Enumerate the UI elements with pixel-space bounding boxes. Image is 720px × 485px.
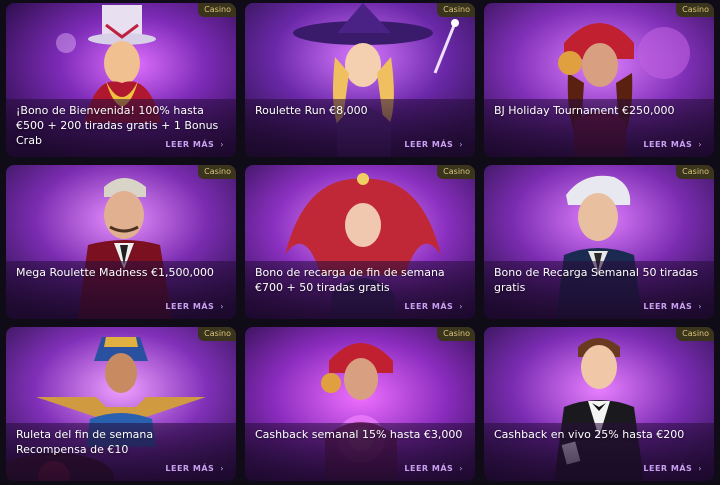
category-badge: Casino [437,3,475,17]
read-more-link[interactable]: LEER MÁS › [404,464,463,473]
read-more-link[interactable]: LEER MÁS › [643,464,702,473]
promo-card[interactable]: Casino Ruleta del fin de semana Recompen… [6,327,236,481]
read-more-link[interactable]: LEER MÁS › [165,464,224,473]
read-more-link[interactable]: LEER MÁS › [165,302,224,311]
category-badge: Casino [198,3,236,17]
promo-card[interactable]: Casino Roulette Run €8,000 LEER MÁS › [245,3,475,157]
category-badge: Casino [198,165,236,179]
read-more-label: LEER MÁS [404,464,454,473]
promo-title: Bono de Recarga Semanal 50 tiradas grati… [494,266,699,294]
promo-title: Cashback semanal 15% hasta €3,000 [255,428,463,441]
promo-card[interactable]: Casino Bono de Recarga Semanal 50 tirada… [484,165,714,319]
promo-title: Cashback en vivo 25% hasta €200 [494,428,685,441]
read-more-link[interactable]: LEER MÁS › [404,302,463,311]
read-more-link[interactable]: LEER MÁS › [643,140,702,149]
chevron-right-icon: › [459,302,463,311]
chevron-right-icon: › [698,140,702,149]
promo-title: BJ Holiday Tournament €250,000 [494,104,675,117]
read-more-label: LEER MÁS [165,302,215,311]
chevron-right-icon: › [459,464,463,473]
chevron-right-icon: › [220,302,224,311]
read-more-link[interactable]: LEER MÁS › [643,302,702,311]
chevron-right-icon: › [698,302,702,311]
read-more-label: LEER MÁS [165,140,215,149]
read-more-label: LEER MÁS [404,302,454,311]
category-badge: Casino [198,327,236,341]
chevron-right-icon: › [220,140,224,149]
category-badge: Casino [437,327,475,341]
read-more-label: LEER MÁS [643,302,693,311]
promo-title: Bono de recarga de fin de semana €700 + … [255,266,445,294]
category-badge: Casino [676,165,714,179]
promo-title: Mega Roulette Madness €1,500,000 [16,266,214,279]
promo-card[interactable]: Casino Mega Roulette Madness €1,500,000 … [6,165,236,319]
promo-title: Roulette Run €8,000 [255,104,368,117]
category-badge: Casino [676,3,714,17]
read-more-label: LEER MÁS [404,140,454,149]
chevron-right-icon: › [220,464,224,473]
promo-title: Ruleta del fin de semana Recompensa de €… [16,428,154,456]
read-more-link[interactable]: LEER MÁS › [165,140,224,149]
chevron-right-icon: › [698,464,702,473]
read-more-link[interactable]: LEER MÁS › [404,140,463,149]
read-more-label: LEER MÁS [643,140,693,149]
promo-card[interactable]: Casino Bono de recarga de fin de semana … [245,165,475,319]
promo-card[interactable]: Casino Cashback en vivo 25% hasta €200 L… [484,327,714,481]
promo-card[interactable]: Casino BJ Holiday Tournament €250,000 LE… [484,3,714,157]
promo-card[interactable]: Casino Cashback semanal 15% hasta €3,000… [245,327,475,481]
read-more-label: LEER MÁS [643,464,693,473]
category-badge: Casino [676,327,714,341]
promo-card[interactable]: Casino ¡Bono de Bienvenida! 100% hasta €… [6,3,236,157]
promotions-grid: Casino ¡Bono de Bienvenida! 100% hasta €… [0,0,720,485]
read-more-label: LEER MÁS [165,464,215,473]
category-badge: Casino [437,165,475,179]
chevron-right-icon: › [459,140,463,149]
